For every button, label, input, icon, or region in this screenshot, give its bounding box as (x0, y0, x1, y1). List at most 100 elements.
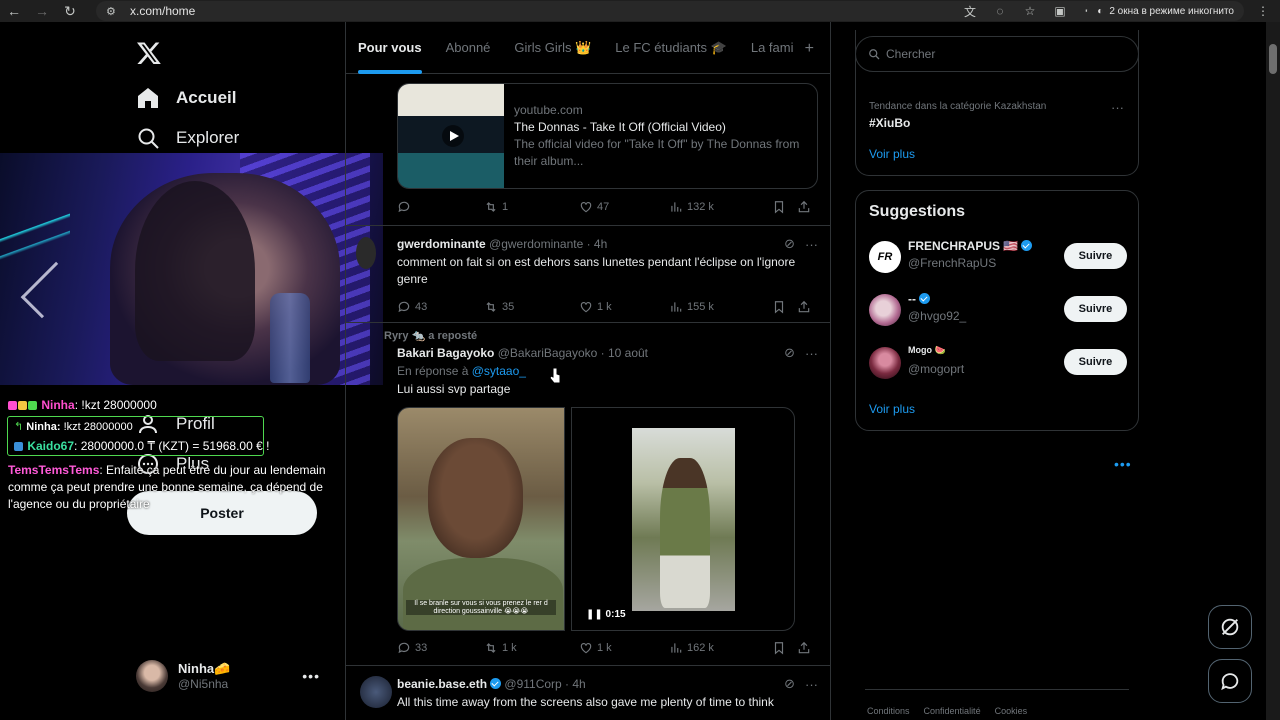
tweet[interactable]: Ryry 🐀 a reposté Bakari Bagayoko @Bakari… (346, 323, 830, 666)
tweet-more-icon[interactable]: ··· (805, 677, 818, 692)
tweet-author[interactable]: gwerdominante (397, 237, 486, 251)
tweet-video[interactable]: ❚❚ 0:15 (571, 407, 795, 631)
reply-icon (398, 201, 410, 213)
bookmark-icon (774, 642, 784, 655)
tweet-more-icon[interactable]: ··· (805, 346, 818, 361)
avatar[interactable] (360, 676, 392, 708)
extension-icon[interactable]: ▣ (1050, 4, 1070, 18)
tweet[interactable]: gwerdominante @gwerdominante · 4h ⊘ ··· … (346, 226, 830, 323)
suggestion-item[interactable]: FR FRENCHRAPUS 🇺🇸 @FrenchRapUS Suivre (869, 239, 1127, 275)
chat-message: Ninha: !kzt 28000000 (8, 398, 157, 412)
tweet[interactable]: youtube.com The Donnas - Take It Off (Of… (346, 22, 830, 226)
like-button[interactable]: 47 (579, 200, 669, 214)
grok-icon[interactable]: ⊘ (784, 676, 795, 692)
views-button[interactable]: 162 k (669, 641, 772, 655)
translate-icon[interactable]: 文 (960, 3, 980, 20)
tweet-handle[interactable]: @911Corp · 4h (504, 677, 585, 691)
footer-link[interactable]: Conditions (867, 706, 910, 716)
repost-icon (486, 643, 496, 653)
link-card[interactable]: youtube.com The Donnas - Take It Off (Of… (397, 83, 818, 189)
account-more-icon[interactable]: ••• (302, 668, 320, 684)
share-icon (798, 641, 810, 654)
follow-button[interactable]: Suivre (1064, 349, 1127, 375)
grok-button[interactable] (1208, 605, 1252, 649)
back-icon[interactable]: ← (0, 0, 28, 22)
neon-light (0, 213, 70, 273)
nav-home-label: Accueil (176, 88, 237, 107)
image-face (428, 438, 523, 558)
share-button[interactable] (797, 200, 811, 214)
crown-badge-icon (18, 401, 27, 410)
forward-icon[interactable]: → (28, 0, 56, 22)
site-settings-icon[interactable]: ⚙ (106, 5, 122, 18)
suggestion-name: Mogo 🍉 (908, 345, 946, 355)
trend-more-icon[interactable]: ··· (1111, 100, 1124, 115)
follow-button[interactable]: Suivre (1064, 243, 1127, 269)
repost-button[interactable]: 35 (484, 300, 579, 314)
repost-count: 1 (502, 201, 509, 213)
suggestion-item[interactable]: Mogo 🍉 @mogoprt Suivre (869, 345, 1127, 381)
bookmark-button[interactable] (772, 200, 797, 214)
avatar[interactable] (869, 294, 901, 326)
account-switcher[interactable]: Ninha🧀 @Ni5nha ••• (136, 660, 336, 692)
tweet-author[interactable]: beanie.base.eth (397, 677, 487, 691)
footer-link[interactable]: Confidentialité (924, 706, 981, 716)
grok-icon[interactable]: ⊘ (784, 345, 795, 361)
star-icon[interactable]: ☆ (1020, 4, 1040, 18)
share-button[interactable] (797, 641, 811, 655)
tweet-handle[interactable]: @gwerdominante · 4h (489, 237, 607, 251)
avatar[interactable]: FR (869, 241, 901, 273)
reply-button[interactable] (397, 200, 484, 214)
nav-explore-label: Explorer (176, 128, 240, 147)
suggestions-title: Suggestions (869, 203, 966, 220)
repost-button[interactable]: 1 (484, 200, 579, 214)
scrollbar-thumb[interactable] (1269, 44, 1277, 74)
reload-icon[interactable]: ↻ (56, 0, 84, 22)
x-logo-icon[interactable] (136, 40, 162, 66)
views-button[interactable]: 155 k (669, 300, 772, 314)
video-person (660, 458, 710, 608)
reply-button[interactable]: 33 (397, 641, 484, 655)
grok-icon[interactable]: ⊘ (784, 236, 795, 252)
reply-count: 43 (415, 301, 428, 313)
suggestion-item[interactable]: -- @hvgo92_ Suivre (869, 292, 1127, 328)
bot-badge-icon (14, 442, 23, 451)
page-scrollbar[interactable] (1266, 22, 1280, 720)
like-button[interactable]: 1 k (579, 641, 669, 655)
repost-button[interactable]: 1 k (484, 641, 579, 655)
incognito-icon: ◐ (1097, 5, 1104, 17)
search-input[interactable]: Chercher (855, 36, 1139, 72)
tweet-handle[interactable]: @BakariBagayoko · 10 août (498, 346, 648, 360)
avatar[interactable] (356, 237, 376, 269)
bookmark-button[interactable] (772, 641, 797, 655)
eye-off-icon[interactable]: ◌ (990, 4, 1010, 18)
tweet-author[interactable]: Bakari Bagayoko (397, 346, 494, 360)
trend-category: Tendance dans la catégorie Kazakhstan (869, 101, 1047, 112)
more-options-icon[interactable]: ••• (1114, 456, 1132, 472)
trends-see-more-link[interactable]: Voir plus (869, 147, 915, 161)
tweet-more-icon[interactable]: ··· (805, 237, 818, 252)
footer-link[interactable]: Cookies (995, 706, 1028, 716)
bookmark-button[interactable] (772, 300, 797, 314)
footer-divider (865, 689, 1129, 690)
views-icon (671, 202, 682, 212)
suggestions-see-more-link[interactable]: Voir plus (869, 402, 915, 416)
reply-context-label: En réponse à (397, 364, 469, 378)
avatar[interactable] (869, 347, 901, 379)
repost-indicator[interactable]: Ryry 🐀 a reposté (384, 328, 809, 345)
tweet-image[interactable]: Il se branle sur vous si vous prenez le … (397, 407, 565, 631)
views-button[interactable]: 132 k (669, 200, 772, 214)
nav-home[interactable]: Accueil (136, 86, 236, 110)
follow-button[interactable]: Suivre (1064, 296, 1127, 322)
reply-to-handle[interactable]: @sytaao_ (472, 364, 526, 378)
incognito-badge[interactable]: ◐ 2 окна в режиме инкогнито (1087, 1, 1244, 21)
messages-button[interactable] (1208, 659, 1252, 703)
like-button[interactable]: 1 k (579, 300, 669, 314)
nav-explore[interactable]: Explorer (136, 126, 239, 150)
pause-icon[interactable]: ❚❚ (586, 609, 606, 620)
tweet[interactable]: beanie.base.eth @911Corp · 4h ⊘ ··· All … (346, 666, 830, 720)
browser-menu-icon[interactable]: ⋮ (1252, 0, 1274, 22)
trend-item[interactable]: #XiuBo (869, 116, 910, 130)
reply-button[interactable]: 43 (397, 300, 484, 314)
share-button[interactable] (797, 300, 811, 314)
